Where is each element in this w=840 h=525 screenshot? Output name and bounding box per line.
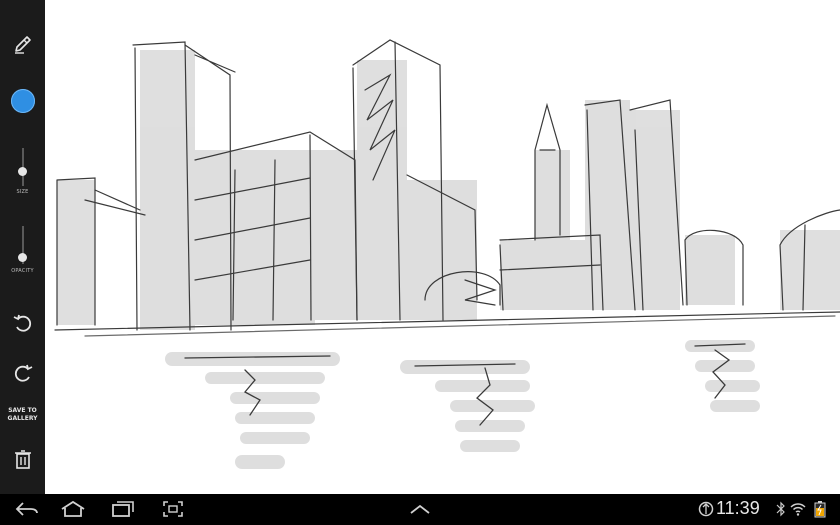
clear-button[interactable] xyxy=(0,447,45,471)
color-picker-button[interactable] xyxy=(0,86,45,116)
redo-button[interactable] xyxy=(0,360,45,386)
opacity-label: OPACITY xyxy=(11,268,34,274)
trash-icon xyxy=(14,450,31,469)
status-wifi xyxy=(789,498,807,520)
drawing-canvas[interactable] xyxy=(45,0,840,494)
home-icon xyxy=(61,500,85,517)
system-nav-bar: 11:39 xyxy=(0,494,840,525)
home-button[interactable] xyxy=(58,498,88,520)
wifi-icon xyxy=(790,503,806,516)
battery-icon xyxy=(814,501,826,518)
save-label-line2: GALLERY xyxy=(7,415,38,422)
drawing-toolbar: SIZE OPACITY SAVE TO GALLERY xyxy=(0,0,45,494)
opacity-slider-knob[interactable] xyxy=(18,253,27,262)
city-sketch-drawing xyxy=(54,39,840,469)
status-battery xyxy=(809,498,831,520)
chevron-up-icon xyxy=(410,504,430,514)
size-slider-knob[interactable] xyxy=(18,167,27,176)
back-button[interactable] xyxy=(12,498,42,520)
redo-icon xyxy=(14,364,32,382)
screenshot-button[interactable] xyxy=(158,498,188,520)
pen-tool-button[interactable] xyxy=(0,30,45,58)
menu-up-button[interactable] xyxy=(405,498,435,520)
status-usb-debug xyxy=(696,498,716,520)
bluetooth-icon xyxy=(776,501,785,517)
screenshot-icon xyxy=(163,501,183,517)
back-icon xyxy=(15,502,38,516)
undo-button[interactable] xyxy=(0,310,45,336)
recent-apps-button[interactable] xyxy=(108,498,138,520)
usb-debug-icon xyxy=(698,501,714,517)
save-label-line1: SAVE TO xyxy=(8,407,37,414)
pen-icon xyxy=(14,36,31,54)
status-bluetooth xyxy=(774,498,788,520)
recent-apps-icon xyxy=(112,501,134,517)
status-clock: 11:39 xyxy=(716,498,760,518)
undo-icon xyxy=(13,314,31,332)
size-label: SIZE xyxy=(16,189,29,195)
color-swatch xyxy=(10,89,35,113)
